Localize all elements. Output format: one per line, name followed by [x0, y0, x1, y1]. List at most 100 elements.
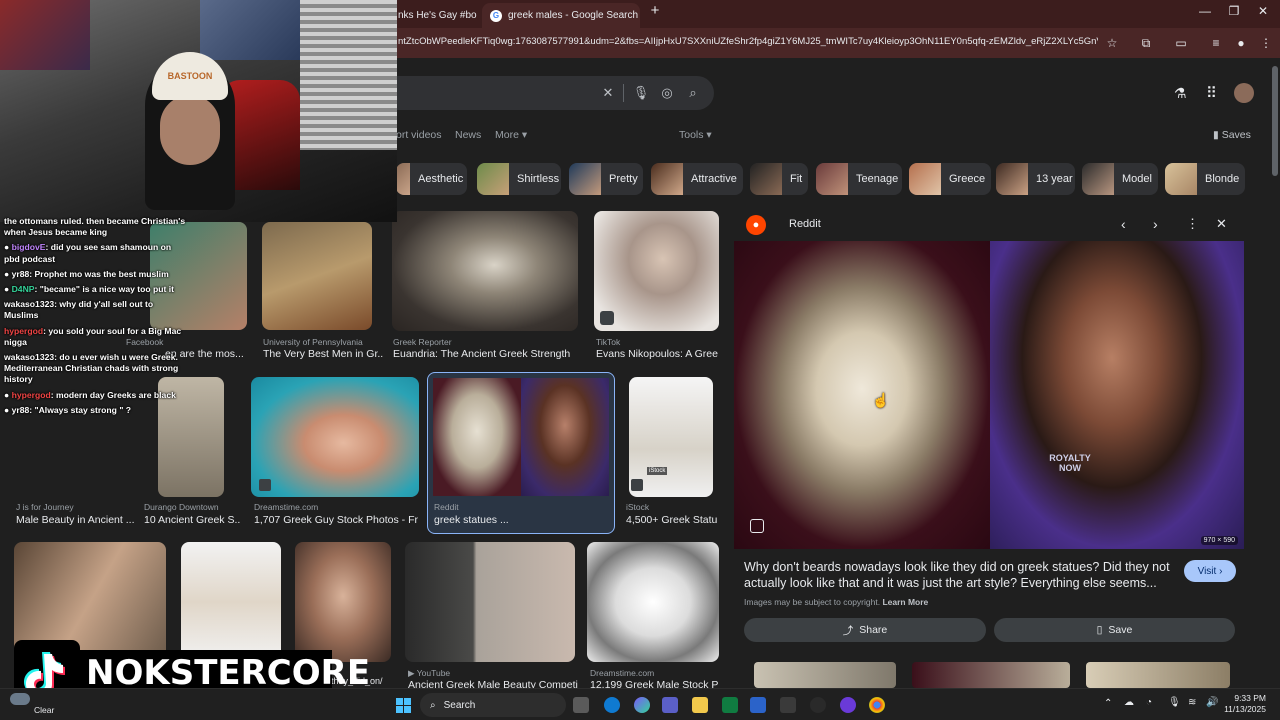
tab-more[interactable]: More ▾	[495, 129, 527, 141]
result-source[interactable]: TikTok	[596, 337, 716, 347]
result-title[interactable]: greek statues ...	[434, 514, 594, 526]
obs-icon[interactable]	[810, 697, 826, 713]
result-title[interactable]: Male Beauty in Ancient ...	[16, 514, 134, 526]
related-image[interactable]	[754, 662, 896, 688]
result-title[interactable]: 10 Ancient Greek S...	[144, 514, 240, 526]
chip-aesthetic[interactable]: Aesthetic	[396, 163, 467, 195]
labs-icon[interactable]: ⚗	[1174, 85, 1187, 102]
app-icon[interactable]	[780, 697, 796, 713]
result-title[interactable]: Euandria: The Ancient Greek Strength ...	[393, 348, 573, 360]
result-source[interactable]: Greek Reporter	[393, 337, 573, 347]
windows-start-icon[interactable]	[396, 698, 412, 714]
result-title[interactable]: 4,500+ Greek Statu...	[626, 514, 718, 526]
clock[interactable]: 9:33 PM 11/13/2025	[1224, 693, 1266, 715]
volume-icon[interactable]: 🔊	[1206, 697, 1218, 708]
excel-icon[interactable]	[722, 697, 738, 713]
result-image[interactable]	[251, 377, 419, 497]
chip-blonde[interactable]: Blonde	[1165, 163, 1245, 195]
clear-icon[interactable]: ✕	[599, 84, 617, 102]
result-source[interactable]: J is for Journey	[16, 502, 136, 512]
tab-short-videos[interactable]: ort videos	[396, 129, 442, 141]
url-text[interactable]: ntZtcObWPeedleKFTiq0wg:1763087577991&udm…	[398, 36, 1098, 47]
avatar[interactable]	[1234, 83, 1254, 103]
new-tab-button[interactable]: +	[640, 2, 670, 19]
result-title[interactable]: 1,707 Greek Guy Stock Photos - Free...	[254, 514, 418, 526]
app-icon[interactable]	[840, 697, 856, 713]
close-window-icon[interactable]: ✕	[1248, 4, 1278, 18]
result-source[interactable]: Dreamstime.com	[590, 668, 720, 678]
profile-icon[interactable]: ●	[1232, 34, 1250, 52]
chip-fit[interactable]: Fit	[750, 163, 808, 195]
result-image[interactable]	[405, 542, 575, 662]
result-source[interactable]: University of Pennsylvania	[263, 337, 383, 347]
tab-inactive[interactable]: nks He's Gay #bo ×	[390, 3, 488, 28]
tab-news[interactable]: News	[455, 129, 481, 141]
tab-active[interactable]: G greek males - Google Search ×	[482, 3, 640, 28]
result-source[interactable]: ▶ YouTube	[408, 668, 568, 679]
result-image[interactable]	[262, 222, 372, 330]
teams-icon[interactable]	[662, 697, 678, 713]
result-title[interactable]: Evans Nikopoulos: A Gree...	[596, 348, 718, 360]
result-source[interactable]: Dreamstime.com	[254, 502, 414, 512]
search-icon[interactable]: ⌕	[684, 84, 702, 102]
taskbar-search[interactable]: ⌕ Search	[420, 693, 566, 717]
wifi-icon[interactable]: ≋	[1188, 697, 1196, 708]
extensions-icon[interactable]: ⧉	[1137, 34, 1155, 52]
menu-icon[interactable]: ⋮	[1257, 34, 1275, 52]
cast-icon[interactable]: ▭	[1172, 34, 1190, 52]
chevron-up-icon[interactable]: ⌃	[1104, 698, 1112, 709]
chip-teenage[interactable]: Teenage	[816, 163, 902, 195]
result-source[interactable]: iStock	[626, 502, 716, 512]
result-source[interactable]: Durango Downtown	[144, 502, 244, 512]
minimize-icon[interactable]: —	[1190, 4, 1220, 18]
edge-icon[interactable]	[604, 697, 620, 713]
chip-model[interactable]: Model	[1082, 163, 1158, 195]
visit-button[interactable]: Visit ›	[1184, 560, 1236, 582]
task-view-icon[interactable]	[573, 697, 589, 713]
weather-label[interactable]: Clear	[34, 705, 54, 715]
search-input[interactable]: ✕ 🎙 ◎ ⌕	[392, 76, 714, 110]
media-icon[interactable]: ≡	[1207, 34, 1225, 52]
restore-icon[interactable]: ❐	[1219, 4, 1249, 18]
result-image[interactable]	[392, 211, 578, 331]
microphone-icon[interactable]: 🎙	[1168, 697, 1181, 708]
chip-shirtless[interactable]: Shirtless	[477, 163, 561, 195]
result-image[interactable]: iStock	[629, 377, 713, 497]
panel-source[interactable]: Reddit	[789, 218, 821, 230]
chip-13-year[interactable]: 13 year	[996, 163, 1075, 195]
chip-pretty[interactable]: Pretty	[569, 163, 643, 195]
microphone-icon[interactable]: 🎙	[632, 84, 650, 102]
chrome-icon[interactable]	[869, 697, 885, 713]
result-source[interactable]: Reddit	[434, 502, 594, 512]
next-icon[interactable]: ›	[1153, 216, 1158, 232]
close-panel-icon[interactable]: ✕	[1216, 216, 1227, 232]
save-button[interactable]: ▯ Save	[994, 618, 1235, 642]
store-icon[interactable]	[750, 697, 766, 713]
lens-search-icon[interactable]	[750, 519, 764, 533]
learn-more-link[interactable]: Learn More	[882, 597, 928, 607]
file-explorer-icon[interactable]	[692, 697, 708, 713]
lens-icon[interactable]: ◎	[658, 84, 676, 102]
more-options-icon[interactable]: ⋮	[1186, 216, 1199, 232]
result-image[interactable]	[181, 542, 281, 662]
saves-button[interactable]: ▮ Saves	[1213, 129, 1251, 141]
result-title[interactable]: The Very Best Men in Gr...	[263, 348, 383, 360]
bookmark-star-icon[interactable]: ☆	[1103, 34, 1121, 52]
panel-title[interactable]: Why don't beards nowadays look like they…	[744, 559, 1172, 591]
previous-icon[interactable]: ‹	[1121, 216, 1126, 232]
result-image[interactable]	[295, 542, 391, 662]
tray-icon[interactable]: ☁	[1124, 697, 1134, 708]
tray-icon[interactable]: ◔	[1146, 697, 1152, 708]
related-image[interactable]	[912, 662, 1070, 688]
chip-greece[interactable]: Greece	[909, 163, 991, 195]
result-image[interactable]	[587, 542, 719, 662]
apps-grid-icon[interactable]: ⠿	[1206, 84, 1217, 102]
result-image[interactable]	[594, 211, 719, 331]
share-button[interactable]: ⤴ Share	[744, 618, 986, 642]
copilot-icon[interactable]	[634, 697, 650, 713]
preview-image[interactable]: ROYALTY NOW 970 × 590	[734, 241, 1244, 549]
chip-attractive[interactable]: Attractive	[651, 163, 743, 195]
scrollbar[interactable]	[1270, 58, 1280, 688]
related-image[interactable]	[1086, 662, 1230, 688]
tools-button[interactable]: Tools ▾	[679, 129, 712, 141]
